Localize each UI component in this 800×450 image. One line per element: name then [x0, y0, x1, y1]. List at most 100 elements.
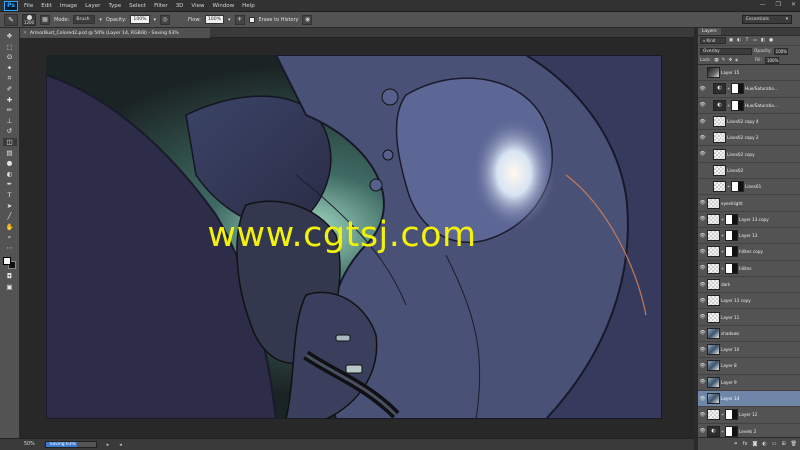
layer-name[interactable]: dark: [721, 282, 730, 287]
layer-row[interactable]: 👁︎ Lines02 copy 2: [698, 130, 800, 147]
canvas-area[interactable]: www.cgtsj.com: [20, 38, 694, 438]
layer-thumbnail[interactable]: [707, 295, 720, 307]
layer-mask-thumbnail[interactable]: [725, 262, 738, 274]
layer-thumbnail[interactable]: [707, 213, 720, 225]
new-layer-icon[interactable]: ⊞: [781, 441, 785, 447]
layer-thumbnail[interactable]: [707, 376, 720, 388]
layer-name[interactable]: eyeshlight: [721, 201, 743, 206]
layer-mask-thumbnail[interactable]: [725, 230, 738, 242]
menu-filter[interactable]: Filter: [154, 3, 168, 9]
shape-filter-icon[interactable]: ▭: [752, 38, 758, 44]
visibility-eye-icon[interactable]: 👁︎: [698, 184, 707, 190]
layer-row[interactable]: 👁︎ ◐ ⚭ Levels 2: [698, 424, 800, 437]
visibility-eye-icon[interactable]: 👁︎: [698, 298, 707, 304]
filter-toggle-icon[interactable]: ●: [768, 38, 774, 44]
layer-name[interactable]: Lines02 copy 2: [727, 135, 759, 140]
layer-thumbnail[interactable]: [713, 164, 726, 176]
layer-name[interactable]: Layer 9: [721, 380, 737, 385]
add-mask-icon[interactable]: ◙: [752, 441, 757, 447]
layer-row[interactable]: 👁︎ ⚭ Layer 12: [698, 407, 800, 424]
brush-tool-icon[interactable]: ✏: [3, 106, 17, 114]
layer-row[interactable]: 👁︎ ◐ ⚭ Hue/Saturatio...: [698, 98, 800, 114]
visibility-eye-icon[interactable]: 👁︎: [698, 200, 707, 206]
layer-row[interactable]: 👁︎ ⚭ Layer 13 copy: [698, 212, 800, 228]
trash-icon[interactable]: 🗑︎: [791, 441, 797, 447]
menu-help[interactable]: Help: [242, 3, 255, 9]
layer-row[interactable]: 👁︎ Lines02: [698, 163, 800, 180]
layer-thumbnail[interactable]: [713, 132, 726, 144]
layer-thumbnail[interactable]: [707, 230, 720, 242]
menu-edit[interactable]: Edit: [41, 3, 52, 9]
menu-3d[interactable]: 3D: [176, 3, 184, 9]
layer-thumbnail[interactable]: [713, 181, 726, 193]
type-tool-icon[interactable]: T: [3, 191, 17, 199]
layer-name[interactable]: Layer 14: [721, 396, 739, 401]
visibility-eye-icon[interactable]: 👁︎: [698, 119, 707, 125]
lock-all-icon[interactable]: 🔒︎: [735, 57, 737, 63]
menu-window[interactable]: Window: [212, 3, 234, 9]
layer-name[interactable]: Lines02: [727, 168, 743, 173]
layer-name[interactable]: Layer 12: [739, 412, 757, 417]
layer-name[interactable]: Levels 2: [739, 429, 756, 434]
layer-thumbnail[interactable]: ◐: [713, 99, 726, 111]
link-layers-icon[interactable]: ⚭: [734, 441, 738, 447]
pen-tool-icon[interactable]: ✒: [3, 180, 17, 188]
layer-row[interactable]: 👁︎ Layer 11: [698, 309, 800, 326]
layer-row[interactable]: 👁︎ Layer 15: [698, 65, 800, 82]
adjustment-filter-icon[interactable]: ◐: [736, 38, 742, 44]
layer-row[interactable]: 👁︎ eyeshlight: [698, 195, 800, 212]
layer-thumbnail[interactable]: [707, 409, 720, 421]
visibility-eye-icon[interactable]: 👁︎: [698, 249, 707, 255]
visibility-eye-icon[interactable]: 👁︎: [698, 216, 707, 222]
pressure-opacity-button[interactable]: ◎: [160, 14, 171, 25]
hand-tool-icon[interactable]: ✋: [3, 223, 17, 231]
move-tool-icon[interactable]: ✥: [3, 32, 17, 40]
tab-layers[interactable]: Layers: [698, 28, 721, 35]
eyedropper-tool-icon[interactable]: ✐: [3, 85, 17, 93]
pixel-filter-icon[interactable]: ▣: [728, 38, 734, 44]
layer-fill-field[interactable]: 100%: [764, 56, 779, 64]
tool-preset-picker[interactable]: ✎: [4, 13, 18, 26]
visibility-eye-icon[interactable]: 👁︎: [698, 363, 707, 369]
history-brush-tool-icon[interactable]: ↺: [3, 127, 17, 135]
layer-mask-thumbnail[interactable]: [731, 181, 744, 193]
visibility-eye-icon[interactable]: 👁︎: [698, 314, 707, 320]
lock-pixels-icon[interactable]: ✎: [722, 58, 726, 63]
status-scroll-right[interactable]: ◂: [119, 442, 122, 448]
layer-name[interactable]: Lines01: [745, 184, 761, 189]
crop-tool-icon[interactable]: ⌗: [3, 74, 17, 82]
layer-row[interactable]: 👁︎ Layer 8: [698, 358, 800, 375]
close-icon[interactable]: ✕: [23, 31, 27, 36]
type-filter-icon[interactable]: T: [744, 38, 750, 44]
layer-mask-thumbnail[interactable]: [725, 213, 738, 225]
layer-row[interactable]: 👁︎ Layer 14: [698, 390, 800, 408]
layer-opacity-field[interactable]: 100%: [773, 47, 788, 55]
layer-thumbnail[interactable]: [707, 344, 720, 356]
layer-thumbnail[interactable]: [713, 116, 726, 128]
brush-panel-toggle[interactable]: ▦: [40, 14, 50, 25]
menu-layer[interactable]: Layer: [85, 3, 100, 9]
layer-row[interactable]: 👁︎ Layer 10: [698, 342, 800, 359]
visibility-eye-icon[interactable]: 👁︎: [698, 428, 707, 434]
layer-name[interactable]: hilites copy: [739, 249, 763, 254]
filter-kind-select[interactable]: ⌕ Kind: [700, 37, 726, 44]
layer-name[interactable]: shadows: [721, 331, 739, 336]
visibility-eye-icon[interactable]: 👁︎: [698, 70, 707, 76]
zoom-tool-icon[interactable]: ⌕: [3, 233, 17, 241]
visibility-eye-icon[interactable]: 👁︎: [698, 135, 707, 141]
layer-row[interactable]: 👁︎ ⚭ hilites copy: [698, 244, 800, 261]
artwork-canvas[interactable]: www.cgtsj.com: [46, 55, 662, 419]
visibility-eye-icon[interactable]: 👁︎: [698, 347, 707, 353]
visibility-eye-icon[interactable]: 👁︎: [698, 265, 707, 271]
visibility-eye-icon[interactable]: 👁︎: [698, 233, 707, 239]
layer-thumbnail[interactable]: [707, 279, 720, 290]
clone-stamp-tool-icon[interactable]: ⊥: [3, 117, 17, 125]
quick-select-tool-icon[interactable]: ✦: [3, 64, 17, 72]
layer-row[interactable]: 👁︎ shadows: [698, 326, 800, 343]
layer-name[interactable]: Hue/Saturatio...: [745, 103, 778, 108]
brush-preset-picker[interactable]: 1200: [22, 13, 36, 26]
visibility-eye-icon[interactable]: 👁︎: [698, 330, 707, 336]
menu-view[interactable]: View: [191, 3, 204, 9]
layer-name[interactable]: Hue/Saturatio...: [745, 86, 778, 91]
foreground-color[interactable]: [2, 257, 11, 266]
